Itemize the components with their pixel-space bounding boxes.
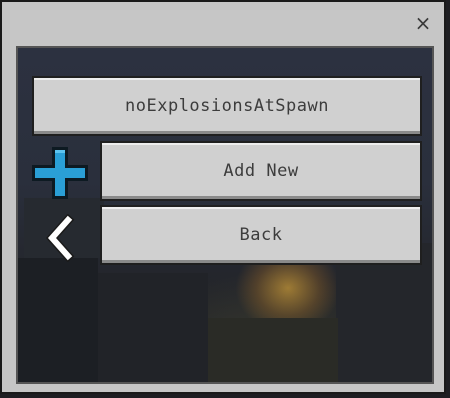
terrain-block <box>18 258 98 382</box>
dialog-panel: × noExplosionsAtSpawn Add New Back <box>0 0 446 394</box>
entry-label: noExplosionsAtSpawn <box>125 96 329 116</box>
chevron-left-icon <box>42 213 78 263</box>
back-label: Back <box>239 225 283 245</box>
entry-button-noexplosionsatspawn[interactable]: noExplosionsAtSpawn <box>32 76 422 136</box>
terrain-block <box>98 273 208 382</box>
back-button[interactable]: Back <box>100 205 422 265</box>
terrain-block <box>208 318 338 382</box>
plus-icon <box>30 145 90 201</box>
add-new-button[interactable]: Add New <box>100 141 422 201</box>
add-new-label: Add New <box>223 161 299 181</box>
close-icon[interactable]: × <box>412 12 434 34</box>
